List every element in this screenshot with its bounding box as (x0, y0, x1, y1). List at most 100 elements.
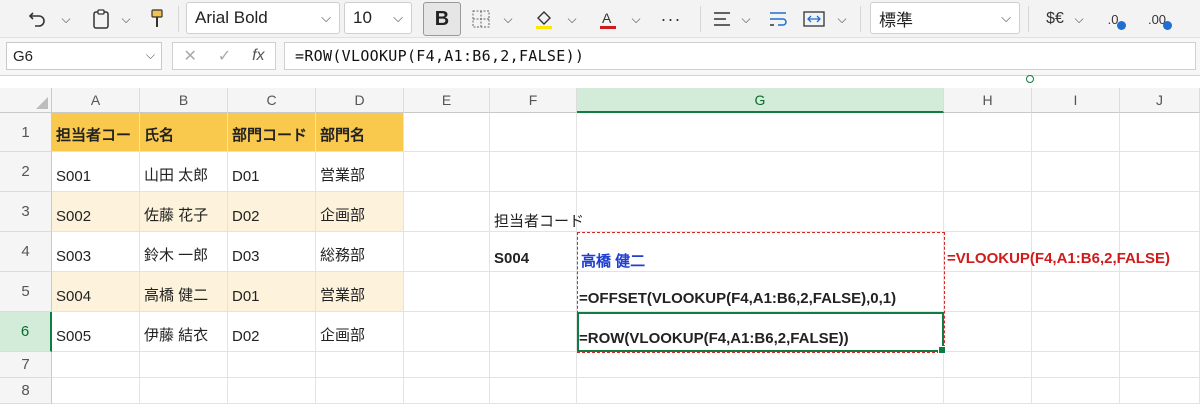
font-size-select[interactable]: 10 ⌵ (344, 2, 412, 34)
empty-cell[interactable] (577, 378, 944, 404)
cell-b3[interactable]: 佐藤 花子 (140, 192, 228, 232)
borders-chevron-icon[interactable]: ⌵ (500, 0, 516, 38)
empty-cell[interactable] (490, 312, 577, 352)
select-all-corner[interactable] (0, 88, 52, 113)
borders-icon[interactable] (468, 0, 494, 38)
align-icon[interactable] (708, 0, 736, 38)
cell-c5[interactable]: D01 (228, 272, 316, 312)
empty-cell[interactable] (577, 113, 944, 152)
empty-cell[interactable] (1032, 272, 1120, 312)
font-color-icon[interactable]: A (594, 0, 622, 38)
empty-cell[interactable] (52, 352, 140, 378)
cell-b4[interactable]: 鈴木 一郎 (140, 232, 228, 272)
cell-a1[interactable]: 担当者コー (52, 113, 140, 152)
empty-cell[interactable] (1032, 352, 1120, 378)
cell-a5[interactable]: S004 (52, 272, 140, 312)
empty-cell[interactable] (52, 378, 140, 404)
empty-cell[interactable] (1120, 352, 1200, 378)
empty-cell[interactable] (1032, 113, 1120, 152)
cell-b2[interactable]: 山田 太郎 (140, 152, 228, 192)
empty-cell[interactable] (944, 378, 1032, 404)
empty-cell[interactable] (228, 352, 316, 378)
empty-cell[interactable] (577, 352, 944, 378)
empty-cell[interactable] (490, 113, 577, 152)
empty-cell[interactable] (577, 152, 944, 192)
empty-cell[interactable] (944, 312, 1032, 352)
cell-d3[interactable]: 企画部 (316, 192, 404, 232)
fill-color-chevron-icon[interactable]: ⌵ (564, 0, 580, 38)
enter-icon[interactable]: ✓ (218, 46, 231, 66)
undo-dropdown-chevron-icon[interactable]: ⌵ (58, 0, 74, 38)
column-header-c[interactable]: C (228, 88, 316, 113)
currency-chevron-icon[interactable]: ⌵ (1072, 0, 1086, 38)
undo-icon[interactable] (22, 0, 52, 38)
empty-cell[interactable] (1032, 192, 1120, 232)
empty-cell[interactable] (1032, 312, 1120, 352)
empty-cell[interactable] (1120, 152, 1200, 192)
empty-cell[interactable] (404, 352, 490, 378)
empty-cell[interactable] (404, 152, 490, 192)
row-header-8[interactable]: 8 (0, 378, 52, 404)
worksheet-grid[interactable]: A B C D E F G H I J 1 2 3 4 5 6 7 8 担当者コ… (0, 75, 1200, 416)
empty-cell[interactable] (490, 272, 577, 312)
empty-cell[interactable] (944, 192, 1032, 232)
clipboard-icon[interactable] (88, 0, 114, 38)
name-box[interactable]: G6 ⌵ (6, 42, 162, 70)
empty-cell[interactable] (404, 272, 490, 312)
empty-cell[interactable] (228, 378, 316, 404)
empty-cell[interactable] (404, 378, 490, 404)
row-header-4[interactable]: 4 (0, 232, 52, 272)
currency-icon[interactable]: $€ (1040, 0, 1070, 38)
cell-b5[interactable]: 高橋 健二 (140, 272, 228, 312)
row-header-2[interactable]: 2 (0, 152, 52, 192)
cell-d2[interactable]: 営業部 (316, 152, 404, 192)
empty-cell[interactable] (404, 232, 490, 272)
empty-cell[interactable] (490, 152, 577, 192)
empty-cell[interactable] (944, 113, 1032, 152)
empty-cell[interactable] (1032, 152, 1120, 192)
empty-cell[interactable] (944, 152, 1032, 192)
align-chevron-icon[interactable]: ⌵ (738, 0, 754, 38)
format-painter-icon[interactable] (144, 0, 170, 38)
cell-a6[interactable]: S005 (52, 312, 140, 352)
cell-a4[interactable]: S003 (52, 232, 140, 272)
increase-decimal-icon[interactable]: .0 (1098, 0, 1128, 38)
cell-d1[interactable]: 部門名 (316, 113, 404, 152)
empty-cell[interactable] (1120, 378, 1200, 404)
insert-function-icon[interactable]: fx (252, 47, 264, 65)
cell-a2[interactable]: S001 (52, 152, 140, 192)
empty-cell[interactable] (577, 192, 944, 232)
column-header-f[interactable]: F (490, 88, 577, 113)
fill-color-icon[interactable] (530, 0, 558, 38)
column-header-h[interactable]: H (944, 88, 1032, 113)
cancel-icon[interactable]: ✕ (183, 46, 196, 66)
empty-cell[interactable] (140, 352, 228, 378)
column-header-d[interactable]: D (316, 88, 404, 113)
column-header-e[interactable]: E (404, 88, 490, 113)
column-header-j[interactable]: J (1120, 88, 1200, 113)
decrease-decimal-icon[interactable]: .00 (1140, 0, 1174, 38)
row-header-6[interactable]: 6 (0, 312, 52, 352)
bold-button[interactable]: B (423, 2, 461, 36)
empty-cell[interactable] (1120, 312, 1200, 352)
empty-cell[interactable] (140, 378, 228, 404)
empty-cell[interactable] (1120, 192, 1200, 232)
column-header-b[interactable]: B (140, 88, 228, 113)
empty-cell[interactable] (944, 272, 1032, 312)
empty-cell[interactable] (316, 352, 404, 378)
font-color-chevron-icon[interactable]: ⌵ (628, 0, 644, 38)
more-options-icon[interactable]: ··· (654, 0, 688, 38)
row-header-5[interactable]: 5 (0, 272, 52, 312)
merge-icon[interactable] (800, 0, 828, 38)
column-header-g[interactable]: G (577, 88, 944, 113)
cell-c4[interactable]: D03 (228, 232, 316, 272)
column-header-a[interactable]: A (52, 88, 140, 113)
cell-d6[interactable]: 企画部 (316, 312, 404, 352)
cell-c3[interactable]: D02 (228, 192, 316, 232)
cell-c2[interactable]: D01 (228, 152, 316, 192)
empty-cell[interactable] (404, 312, 490, 352)
wrap-text-icon[interactable] (764, 0, 792, 38)
merge-chevron-icon[interactable]: ⌵ (834, 0, 850, 38)
row-header-1[interactable]: 1 (0, 113, 52, 152)
column-header-i[interactable]: I (1032, 88, 1120, 113)
